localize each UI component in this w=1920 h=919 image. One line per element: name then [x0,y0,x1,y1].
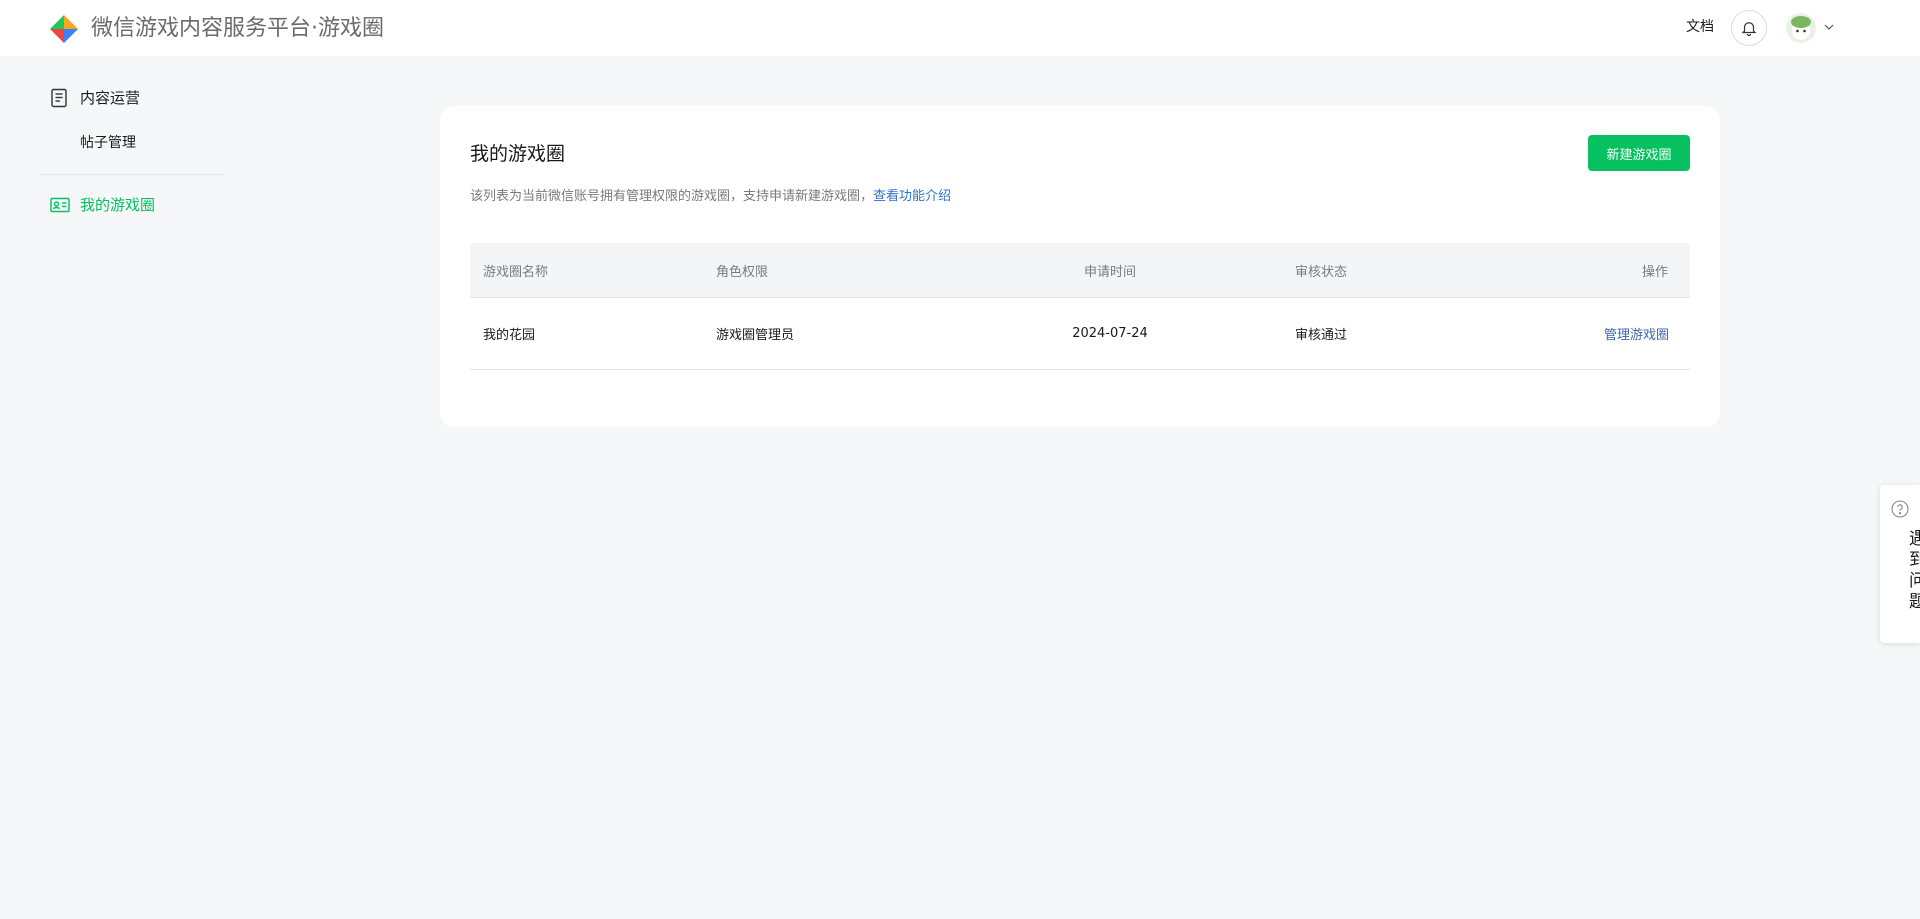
sidebar-group-label: 内容运营 [80,89,141,107]
avatar-icon [1786,13,1816,43]
feedback-float[interactable]: 遇到问题 [1880,485,1920,643]
cell-time: 2024-07-24 [1072,326,1148,341]
table-header: 游戏圈名称 角色权限 申请时间 审核状态 操作 [470,243,1690,298]
page-description: 该列表为当前微信账号拥有管理权限的游戏圈，支持申请新建游戏圈，查看功能介绍 [470,187,951,207]
feature-intro-link[interactable]: 查看功能介绍 [873,189,951,204]
column-header-action: 操作 [1641,264,1668,280]
top-header: 微信游戏内容服务平台·游戏圈 文档 [0,0,1920,56]
bell-icon [1741,22,1757,37]
cell-name: 我的花园 [483,328,536,343]
sidebar-item-my-game-circle[interactable]: 我的游戏圈 [50,194,155,216]
game-circle-table: 游戏圈名称 角色权限 申请时间 审核状态 操作 我的花园 游戏圈管理员 2024… [470,243,1690,370]
sidebar-item-posts[interactable]: 帖子管理 [80,133,136,153]
docs-link[interactable]: 文档 [1686,17,1714,37]
id-card-icon [50,197,70,213]
column-header-name: 游戏圈名称 [483,264,549,280]
main-card: 我的游戏圈 新建游戏圈 该列表为当前微信账号拥有管理权限的游戏圈，支持申请新建游… [440,106,1720,427]
sidebar-active-label: 我的游戏圈 [80,196,156,214]
feedback-label: 遇到问题 [1905,529,1920,613]
question-circle-icon [1891,500,1909,518]
notification-button[interactable] [1731,10,1767,46]
new-game-circle-button[interactable]: 新建游戏圈 [1588,135,1690,171]
cell-status: 审核通过 [1295,328,1348,343]
page-title: 我的游戏圈 [470,143,566,165]
description-text: 该列表为当前微信账号拥有管理权限的游戏圈，支持申请新建游戏圈， [470,189,874,204]
column-header-time: 申请时间 [1083,264,1136,280]
wechat-game-logo[interactable] [48,13,80,45]
user-avatar[interactable] [1786,13,1816,43]
table-row: 我的花园 游戏圈管理员 2024-07-24 审核通过 管理游戏圈 [470,298,1690,370]
chevron-down-icon[interactable] [1823,21,1835,33]
cell-action: 管理游戏圈 [1604,298,1669,369]
sidebar-divider [40,174,224,175]
manage-game-circle-link[interactable]: 管理游戏圈 [1604,324,1669,343]
sidebar-group-content-ops: 内容运营 [50,87,140,109]
app-title: 微信游戏内容服务平台·游戏圈 [91,16,384,41]
column-header-role: 角色权限 [716,264,769,280]
column-header-status: 审核状态 [1295,264,1348,280]
cell-role: 游戏圈管理员 [716,328,795,343]
document-icon [51,88,67,108]
